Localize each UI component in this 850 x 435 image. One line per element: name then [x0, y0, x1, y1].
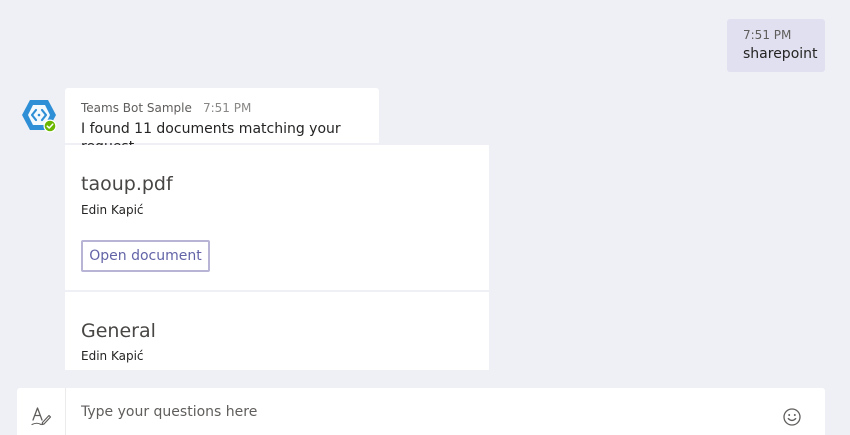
- check-badge-icon: [43, 119, 57, 133]
- chat-pane: 7:51 PM sharepoint Teams Bot Sample 7:51…: [0, 0, 850, 435]
- document-card: taoup.pdf Edin Kapić Open document: [65, 145, 489, 290]
- bot-message-time: 7:51 PM: [202, 101, 252, 115]
- sent-message-text: sharepoint: [743, 46, 818, 62]
- document-card: General Edin Kapić: [65, 292, 489, 370]
- open-document-button[interactable]: Open document: [81, 240, 210, 272]
- sent-message-bubble[interactable]: 7:51 PM sharepoint: [727, 19, 825, 72]
- compose-box: [17, 388, 825, 435]
- format-pen-icon[interactable]: [30, 404, 52, 426]
- emoji-icon[interactable]: [782, 407, 802, 427]
- message-input[interactable]: [81, 402, 761, 422]
- document-title: General: [81, 320, 156, 342]
- bot-avatar[interactable]: [21, 98, 57, 134]
- bot-message-meta: Teams Bot Sample 7:51 PM: [81, 97, 379, 116]
- sent-message-time: 7:51 PM: [743, 28, 792, 42]
- bot-message-bubble: Teams Bot Sample 7:51 PM I found 11 docu…: [65, 88, 379, 155]
- compose-divider: [65, 388, 66, 435]
- bot-sender-name: Teams Bot Sample: [81, 101, 192, 115]
- document-author: Edin Kapić: [81, 203, 144, 217]
- document-author: Edin Kapić: [81, 349, 144, 363]
- document-title: taoup.pdf: [81, 173, 173, 195]
